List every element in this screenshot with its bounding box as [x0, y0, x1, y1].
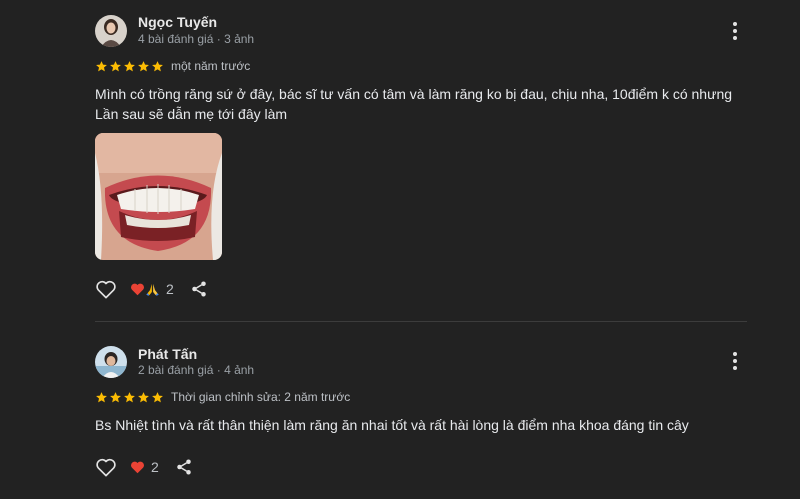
star-rating	[95, 391, 164, 404]
review-photo[interactable]	[95, 133, 222, 260]
reaction-count: 2	[166, 281, 174, 297]
star-icon	[138, 60, 149, 71]
like-heart-outline-icon[interactable]	[95, 457, 117, 477]
star-icon	[138, 391, 149, 402]
review-actions: 2	[95, 455, 193, 479]
avatar[interactable]	[95, 15, 127, 47]
red-heart-icon	[131, 283, 144, 296]
author-stats: 4 bài đánh giá · 3 ảnh	[138, 32, 255, 46]
star-icon	[96, 391, 107, 402]
star-icon	[152, 60, 163, 71]
review-text: Mình có trồng răng sứ ở đây, bác sĩ tư v…	[95, 84, 745, 124]
rating-row: một năm trước	[95, 59, 250, 73]
share-icon[interactable]	[190, 280, 208, 298]
more-options-icon[interactable]	[722, 18, 748, 44]
review-time: Thời gian chỉnh sửa: 2 năm trước	[171, 390, 351, 404]
reaction-count: 2	[151, 459, 159, 475]
review-text: Bs Nhiệt tình và rất thân thiện làm răng…	[95, 415, 745, 435]
author-stats: 2 bài đánh giá · 4 ảnh	[138, 363, 255, 377]
star-rating	[95, 60, 164, 73]
share-icon[interactable]	[175, 458, 193, 476]
review-text-line: Mình có trồng răng sứ ở đây, bác sĩ tư v…	[95, 86, 733, 102]
star-icon	[152, 391, 163, 402]
review-time: một năm trước	[171, 59, 251, 73]
more-options-icon[interactable]	[722, 348, 748, 374]
star-icon	[110, 391, 121, 402]
review-text-line: Bs Nhiệt tình và rất thân thiện làm răng…	[95, 417, 689, 433]
star-icon	[124, 60, 135, 71]
star-icon	[124, 391, 135, 402]
review-text-line: Lần sau sẽ dẫn mẹ tới đây làm	[95, 106, 288, 122]
author-name[interactable]: Ngọc Tuyến	[138, 14, 217, 30]
folded-hands-icon	[146, 283, 159, 296]
reactions-summary[interactable]: 2	[130, 281, 174, 297]
avatar[interactable]	[95, 346, 127, 378]
reactions-summary[interactable]: 2	[130, 459, 159, 475]
review-actions: 2	[95, 277, 208, 301]
author-name[interactable]: Phát Tấn	[138, 346, 197, 362]
red-heart-icon	[131, 461, 144, 474]
like-heart-outline-icon[interactable]	[95, 279, 117, 299]
rating-row: Thời gian chỉnh sửa: 2 năm trước	[95, 390, 350, 404]
review-card: Phát Tấn 2 bài đánh giá · 4 ảnh Thời gia…	[0, 322, 800, 499]
star-icon	[96, 60, 107, 71]
star-icon	[110, 60, 121, 71]
review-card: Ngọc Tuyến 4 bài đánh giá · 3 ảnh một nă…	[0, 0, 800, 320]
